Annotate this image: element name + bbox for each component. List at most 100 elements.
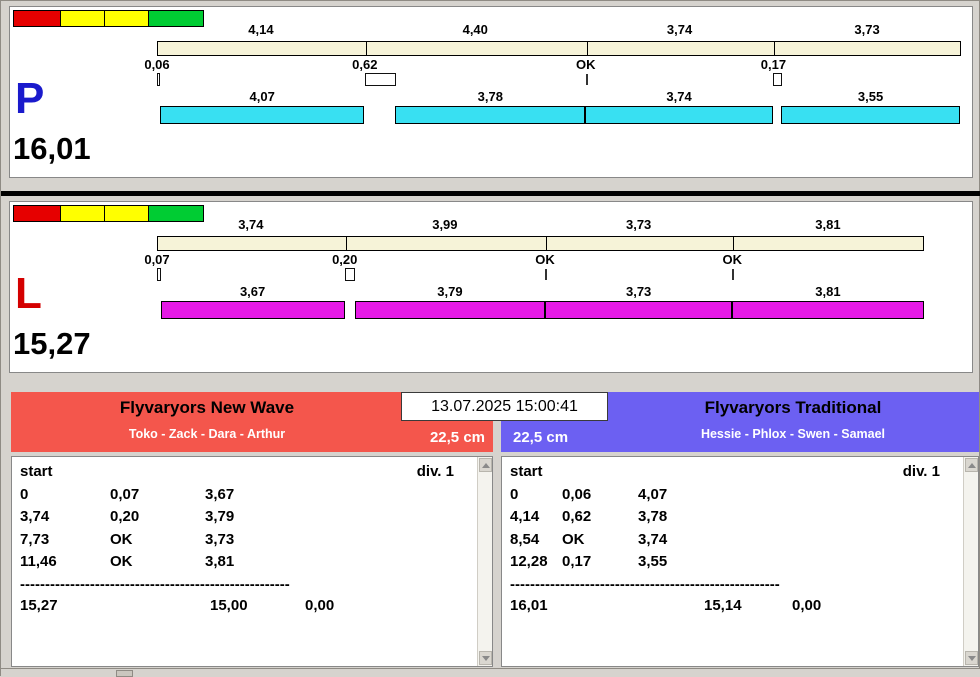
fault-label: 0,07	[144, 252, 170, 267]
scroll-up-button[interactable]	[965, 458, 978, 472]
total-cell: 0,00	[305, 596, 335, 614]
measured-bar-segment	[732, 301, 924, 319]
arrow-up-icon	[967, 462, 976, 468]
table-scrollbar[interactable]	[477, 457, 492, 666]
table-cell: 3,74	[638, 530, 668, 548]
measured-split-label: 3,78	[477, 89, 503, 104]
table-cell: 12,28	[510, 553, 548, 571]
division-label: div. 1	[902, 463, 940, 480]
scroll-down-button[interactable]	[965, 651, 978, 665]
lane-total-time: 16,01	[13, 131, 91, 166]
fault-label: 0,17	[760, 57, 787, 72]
fault-gap-marker	[157, 73, 160, 86]
table-header-row: start div. 1	[12, 463, 492, 483]
lane-run-visualization: 3,74 3,99 3,73 3,81 0,07 0,20 OK OK 3,67 3,79 3,73…	[10, 202, 972, 372]
table-row: 0 0,07 3,67	[12, 486, 492, 508]
scroll-down-button[interactable]	[479, 651, 492, 665]
split-divider	[586, 42, 588, 55]
lane-run-visualization: 4,14 4,40 3,74 3,73 0,06 0,62 OK 0,17 4,07 3,78 3,…	[10, 7, 972, 177]
ok-tick-marker	[545, 269, 548, 280]
measured-bar-segment	[354, 301, 546, 319]
table-cell: 3,67	[205, 486, 235, 503]
table-cell: 3,81	[205, 553, 235, 571]
planned-split-label: 3,99	[432, 217, 458, 232]
table-cell: 3,74	[20, 508, 50, 526]
table-totals-row: 15,27 15,00 0,00	[12, 597, 492, 619]
measured-split-label: 4,07	[249, 89, 275, 104]
table-cell: 3,55	[638, 553, 668, 571]
lane-letter: L	[15, 269, 42, 318]
measured-split-label: 3,73	[625, 284, 652, 299]
table-cell: 0,06	[562, 486, 592, 503]
table-cell: 4,07	[638, 486, 668, 503]
table-cell: 7,73	[20, 530, 50, 548]
planned-split-label: 4,40	[462, 22, 488, 37]
table-cell: 0,07	[110, 486, 140, 503]
measured-bar-segment	[160, 106, 365, 124]
measured-bar-segment	[545, 301, 733, 319]
arrow-down-icon	[481, 655, 490, 661]
fault-label: 0,62	[352, 57, 378, 72]
lane-letter: P	[15, 74, 45, 123]
fault-label: OK	[722, 252, 743, 267]
lane-panel-l: 3,74 3,99 3,73 3,81 0,07 0,20 OK OK 3,67 3,79 3,73…	[9, 201, 973, 373]
arrow-down-icon	[967, 655, 976, 661]
table-separator: ----------------------------------------…	[510, 575, 780, 593]
split-divider	[546, 237, 548, 250]
measured-split-label: 3,55	[857, 89, 884, 104]
measured-split-label: 3,81	[815, 284, 841, 299]
results-table-body: start div. 1 0 0,06 4,07 4,14 0,62 3,78 8,54 OK…	[502, 457, 978, 666]
planned-split-label: 4,14	[248, 22, 274, 37]
fault-gap-marker	[157, 268, 161, 281]
table-cell: 0,17	[562, 553, 592, 571]
total-cell: 15,00	[210, 596, 248, 614]
scroll-up-button[interactable]	[479, 458, 492, 472]
table-cell: 0,20	[110, 508, 140, 526]
table-cell: 0,62	[562, 508, 592, 526]
planned-split-label: 3,81	[815, 217, 841, 232]
lane-panel-p: 4,14 4,40 3,74 3,73 0,06 0,62 OK 0,17 4,07 3,78 3,…	[9, 6, 973, 178]
table-row: 8,54 OK 3,74	[502, 531, 978, 553]
table-row: 0 0,06 4,07	[502, 486, 978, 508]
fault-gap-marker	[344, 268, 355, 281]
results-table-body: start div. 1 0 0,07 3,67 3,74 0,20 3,79 7,73 OK…	[12, 457, 492, 666]
planned-split-label: 3,74	[238, 217, 264, 232]
table-separator: ----------------------------------------…	[20, 575, 290, 593]
datetime-display: 13.07.2025 15:00:41	[401, 392, 608, 421]
table-scrollbar[interactable]	[963, 457, 978, 666]
ok-tick-marker	[585, 74, 588, 85]
table-row: 3,74 0,20 3,79	[12, 508, 492, 530]
measured-bar-segment	[160, 301, 345, 319]
table-cell: 0	[20, 486, 29, 503]
table-cell: 3,79	[205, 508, 235, 526]
table-cell: 4,14	[510, 508, 540, 526]
table-cell: 11,46	[20, 553, 57, 571]
table-row: 11,46 OK 3,81	[12, 553, 492, 575]
table-totals-row: 16,01 15,14 0,00	[502, 597, 978, 619]
team-name: Flyvaryors New Wave	[119, 398, 295, 417]
fault-label: 0,20	[332, 252, 358, 267]
planned-splits-bar	[157, 41, 961, 56]
table-header-row: start div. 1	[502, 463, 978, 483]
planned-split-label: 3,73	[854, 22, 880, 37]
total-cell: 15,27	[20, 596, 58, 614]
start-label: start	[20, 463, 53, 480]
split-divider	[774, 42, 776, 55]
total-cell: 0,00	[792, 596, 822, 614]
team-members: Hessie - Phlox - Swen - Samael	[700, 427, 886, 441]
results-table-left: start div. 1 0 0,07 3,67 3,74 0,20 3,79 7,73 OK…	[11, 456, 493, 667]
fault-gap-marker	[773, 73, 782, 86]
table-cell: 8,54	[510, 530, 540, 548]
table-row: 12,28 0,17 3,55	[502, 553, 978, 575]
team-members: Toko - Zack - Dara - Arthur	[128, 427, 286, 441]
team-name: Flyvaryors Traditional	[704, 398, 882, 417]
ok-tick-marker	[732, 269, 735, 280]
table-cell: 3,73	[205, 530, 235, 548]
planned-splits-bar	[157, 236, 924, 251]
total-cell: 16,01	[510, 596, 548, 614]
table-row: 7,73 OK 3,73	[12, 531, 492, 553]
table-cell: OK	[562, 530, 585, 548]
lane-divider	[1, 191, 980, 196]
fault-label: OK	[575, 57, 596, 72]
measured-bar-segment	[585, 106, 773, 124]
